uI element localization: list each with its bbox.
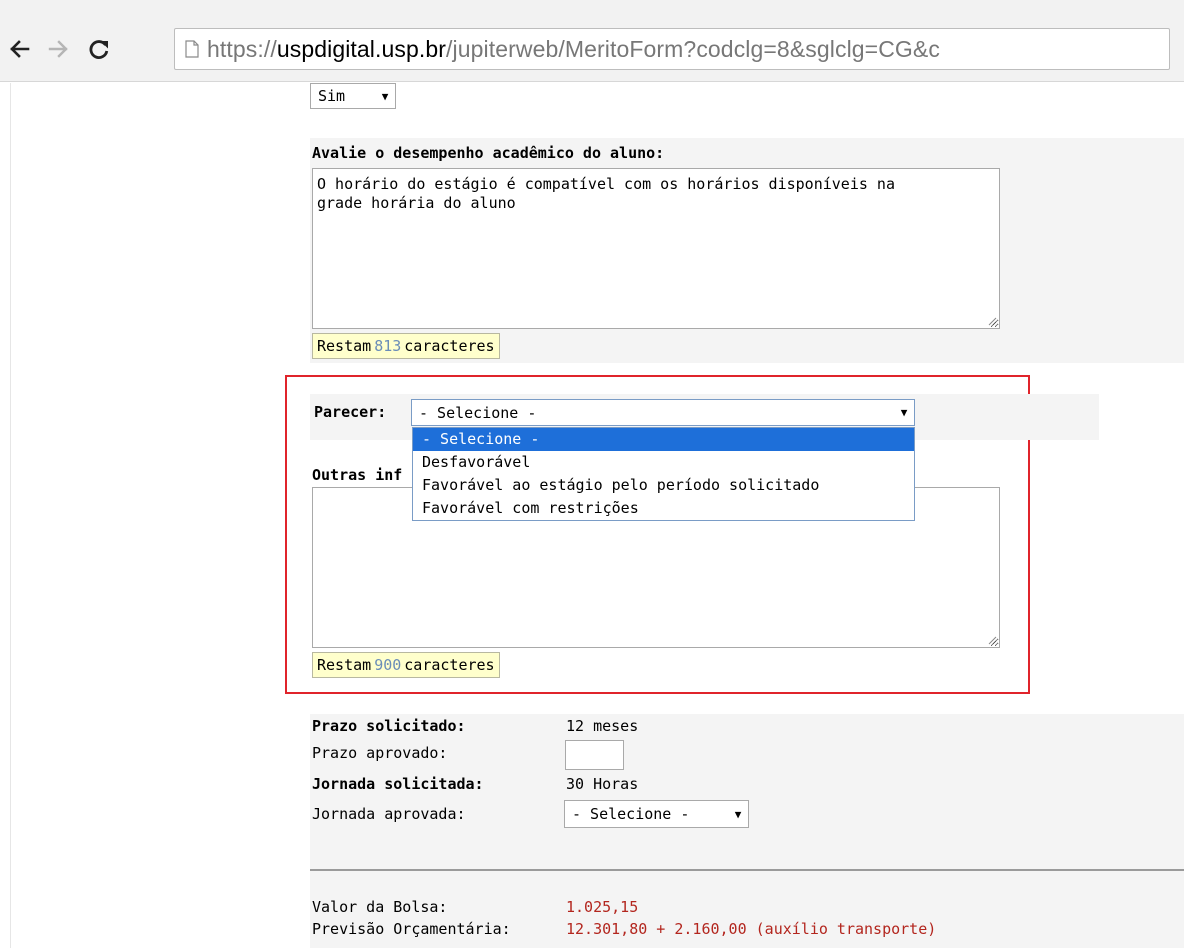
parecer-option[interactable]: Favorável com restrições	[413, 497, 914, 520]
parecer-label: Parecer:	[314, 403, 387, 421]
counter-prefix: Restam	[317, 337, 372, 355]
back-button[interactable]	[4, 34, 34, 64]
prazo-aprovado-input[interactable]	[565, 740, 624, 770]
desempenho-textarea[interactable]: O horário do estágio é compatível com os…	[312, 168, 1000, 329]
prazo-solicitado-value: 12 meses	[566, 717, 639, 735]
reload-button[interactable]	[84, 34, 114, 64]
url-path: /jupiterweb/MeritoForm?codclg=8&sglclg=C…	[446, 35, 940, 62]
outras-label: Outras inf	[312, 466, 403, 484]
top-select[interactable]: Sim ▼	[310, 83, 396, 109]
prazo-aprovado-label: Prazo aprovado:	[312, 744, 448, 762]
url-host: uspdigital.usp.br	[276, 35, 447, 62]
url-text: https://uspdigital.usp.br/jupiterweb/Mer…	[207, 36, 940, 63]
forward-arrow-icon	[48, 40, 68, 58]
parecer-option[interactable]: Favorável ao estágio pelo período solici…	[413, 474, 914, 497]
prazo-solicitado-label: Prazo solicitado:	[312, 717, 466, 735]
reload-icon	[89, 40, 109, 59]
jornada-aprovada-label: Jornada aprovada:	[312, 805, 466, 823]
section-divider	[310, 869, 1184, 871]
chevron-down-icon: ▼	[900, 406, 908, 419]
counter-suffix: caracteres	[404, 656, 495, 674]
parecer-option[interactable]: - Selecione -	[413, 428, 914, 451]
desempenho-text-line1: O horário do estágio é compatível com os…	[317, 175, 895, 193]
page-left-border	[10, 83, 11, 948]
parecer-select-value: - Selecione -	[419, 403, 537, 422]
forward-button[interactable]	[44, 34, 74, 64]
jornada-solicitada-value: 30 Horas	[566, 775, 639, 793]
url-prefix: https://	[207, 35, 277, 62]
jornada-aprovada-value: - Selecione -	[572, 805, 690, 823]
counter-value: 900	[374, 656, 402, 674]
valor-bolsa-label: Valor da Bolsa:	[312, 898, 448, 916]
back-arrow-icon	[10, 40, 30, 58]
counter-value: 813	[374, 337, 402, 355]
page-icon	[185, 40, 199, 58]
resize-grip-icon[interactable]	[987, 316, 997, 326]
outras-counter: Restam 900 caracteres	[312, 652, 500, 678]
previsao-orcamentaria-label: Previsão Orçamentária:	[312, 920, 511, 938]
desempenho-text-line2: grade horária do aluno	[317, 194, 516, 212]
jornada-solicitada-label: Jornada solicitada:	[312, 775, 484, 793]
counter-suffix: caracteres	[404, 337, 495, 355]
address-bar[interactable]: https://uspdigital.usp.br/jupiterweb/Mer…	[174, 28, 1170, 70]
chevron-down-icon: ▼	[381, 89, 389, 103]
browser-toolbar: https://uspdigital.usp.br/jupiterweb/Mer…	[0, 0, 1184, 82]
resize-grip-icon[interactable]	[987, 635, 997, 645]
parecer-option[interactable]: Desfavorável	[413, 451, 914, 474]
chevron-down-icon: ▼	[734, 807, 742, 821]
top-select-value: Sim	[318, 87, 346, 105]
parecer-select[interactable]: - Selecione - ▼	[411, 399, 915, 426]
parecer-dropdown-list: - Selecione - Desfavorável Favorável ao …	[412, 427, 915, 521]
desempenho-label: Avalie o desempenho acadêmico do aluno:	[312, 144, 665, 162]
page-content: Sim ▼ Avalie o desempenho acadêmico do a…	[0, 83, 1184, 948]
previsao-orcamentaria-value: 12.301,80 + 2.160,00 (auxílio transporte…	[566, 920, 937, 938]
jornada-aprovada-select[interactable]: - Selecione - ▼	[564, 800, 749, 828]
desempenho-counter: Restam 813 caracteres	[312, 333, 500, 359]
counter-prefix: Restam	[317, 656, 372, 674]
valor-bolsa-value: 1.025,15	[566, 898, 639, 916]
